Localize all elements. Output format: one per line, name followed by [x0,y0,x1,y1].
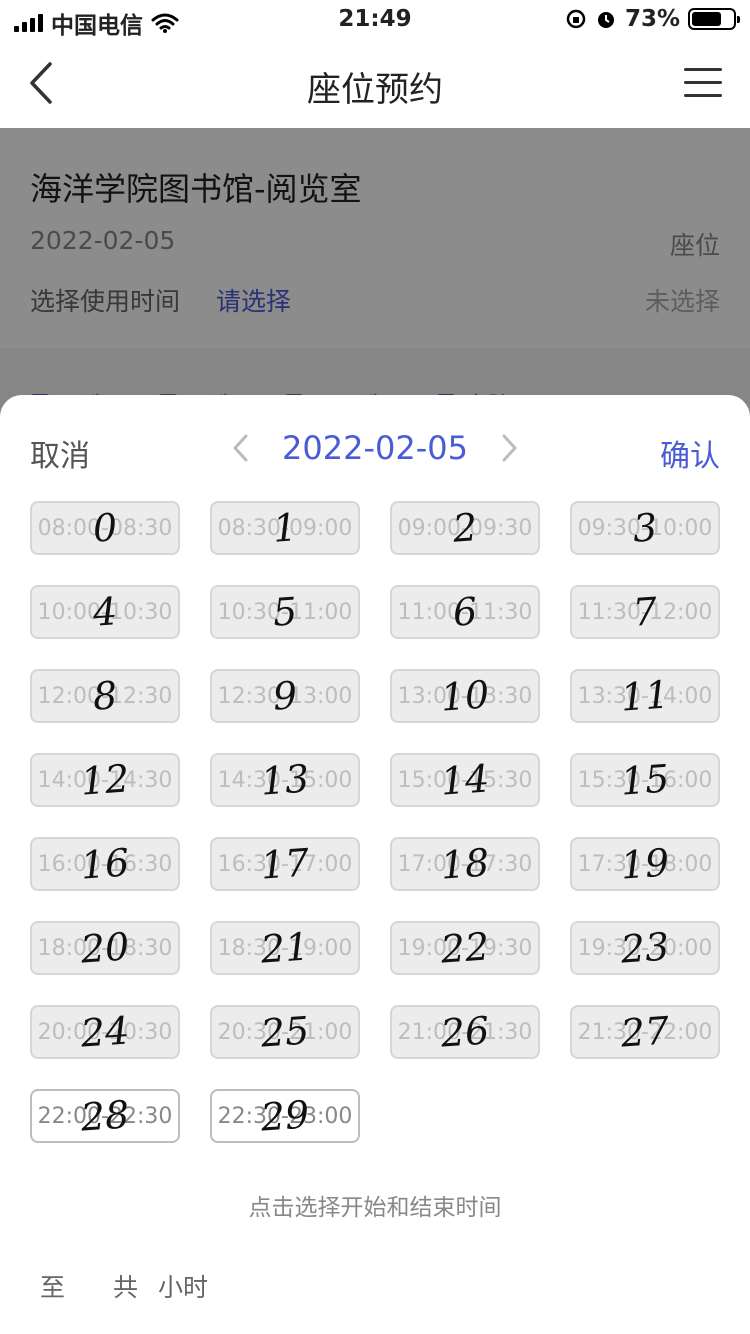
time-slot[interactable]: 21:00-21:30 26 [390,1005,540,1059]
time-slot[interactable]: 12:00-12:30 8 [30,669,180,723]
time-slot-label: 14:00-14:30 [37,767,173,793]
time-slot[interactable]: 15:00-15:30 14 [390,753,540,807]
time-slot-label: 14:30-15:00 [217,767,353,793]
battery-percent: 73% [624,6,680,32]
time-slot[interactable]: 12:30-13:00 9 [210,669,360,723]
time-slot-label: 21:00-21:30 [397,1019,533,1045]
summary-hours: 小时 [158,1273,209,1302]
time-slot[interactable]: 09:30-10:00 3 [570,501,720,555]
time-slot-label: 11:30-12:00 [577,599,713,625]
time-slot[interactable]: 20:30-21:00 25 [210,1005,360,1059]
time-slot[interactable]: 15:30-16:00 15 [570,753,720,807]
time-slot-label: 13:30-14:00 [577,683,713,709]
time-slot[interactable]: 10:30-11:00 5 [210,585,360,639]
time-slot-label: 22:30-23:00 [217,1103,353,1129]
time-slot-label: 12:00-12:30 [37,683,173,709]
time-slot-label: 10:30-11:00 [217,599,353,625]
orientation-lock-icon [566,9,586,29]
summary-to: 至 [40,1273,66,1302]
time-slot[interactable]: 20:00-20:30 24 [30,1005,180,1059]
time-slot[interactable]: 19:00-19:30 22 [390,921,540,975]
status-right: 73% [565,6,740,32]
time-slot[interactable]: 22:30-23:00 29 [210,1089,360,1143]
time-slot-label: 20:00-20:30 [37,1019,173,1045]
time-slot[interactable]: 11:00-11:30 6 [390,585,540,639]
time-slot[interactable]: 16:00-16:30 16 [30,837,180,891]
time-slot-label: 19:30-20:00 [577,935,713,961]
time-slot-label: 20:30-21:00 [217,1019,353,1045]
time-slot-label: 18:00-18:30 [37,935,173,961]
time-slot[interactable]: 18:00-18:30 20 [30,921,180,975]
time-slot-label: 22:00-22:30 [37,1103,173,1129]
time-slot[interactable]: 13:30-14:00 11 [570,669,720,723]
time-slot[interactable]: 17:30-18:00 19 [570,837,720,891]
time-slot[interactable]: 14:30-15:00 13 [210,753,360,807]
prev-date-icon[interactable] [230,433,252,463]
time-slot[interactable]: 09:00-09:30 2 [390,501,540,555]
time-slot-label: 18:30-19:00 [217,935,353,961]
time-slot-label: 21:30-22:00 [577,1019,713,1045]
next-date-icon[interactable] [498,433,520,463]
time-slot-label: 17:00-17:30 [397,851,533,877]
hamburger-menu-icon[interactable] [684,68,722,100]
time-slot[interactable]: 21:30-22:00 27 [570,1005,720,1059]
time-slot[interactable]: 10:00-10:30 4 [30,585,180,639]
time-slot[interactable]: 11:30-12:00 7 [570,585,720,639]
time-slot-label: 16:30-17:00 [217,851,353,877]
confirm-button[interactable]: 确认 [660,431,720,475]
nav-bar: 座位预约 [0,40,750,128]
time-slot-label: 12:30-13:00 [217,683,353,709]
cancel-button[interactable]: 取消 [30,431,90,475]
selection-summary: 至 共 小时 [40,1268,208,1304]
status-bar: 中国电信 21:49 73% [0,0,750,40]
picker-hint: 点击选择开始和结束时间 [248,1195,502,1221]
page-title: 座位预约 [307,70,443,110]
time-slot-label: 10:00-10:30 [37,599,173,625]
time-slot-label: 15:00-15:30 [397,767,533,793]
time-slot-label: 19:00-19:30 [397,935,533,961]
time-slot[interactable]: 16:30-17:00 17 [210,837,360,891]
time-slot[interactable]: 14:00-14:30 12 [30,753,180,807]
summary-total: 共 [113,1273,139,1302]
time-slot[interactable]: 08:30-09:00 1 [210,501,360,555]
time-slot-label: 09:00-09:30 [397,515,533,541]
time-slot[interactable]: 22:00-22:30 28 [30,1089,180,1143]
time-slot[interactable]: 19:30-20:00 23 [570,921,720,975]
battery-icon [688,8,740,30]
time-slot-label: 08:30-09:00 [217,515,353,541]
time-slot[interactable]: 13:00-13:30 10 [390,669,540,723]
time-slot-label: 13:00-13:30 [397,683,533,709]
time-slot[interactable]: 18:30-19:00 21 [210,921,360,975]
time-slot-label: 11:00-11:30 [397,599,533,625]
time-slot[interactable]: 08:00-08:30 0 [30,501,180,555]
picker-date: 2022-02-05 [282,429,468,467]
time-slot-label: 08:00-08:30 [37,515,173,541]
time-slot-label: 16:00-16:30 [37,851,173,877]
alarm-icon [597,12,614,28]
time-slot-label: 09:30-10:00 [577,515,713,541]
time-slot[interactable]: 17:00-17:30 18 [390,837,540,891]
time-slot-label: 17:30-18:00 [577,851,713,877]
time-slot-label: 15:30-16:00 [577,767,713,793]
